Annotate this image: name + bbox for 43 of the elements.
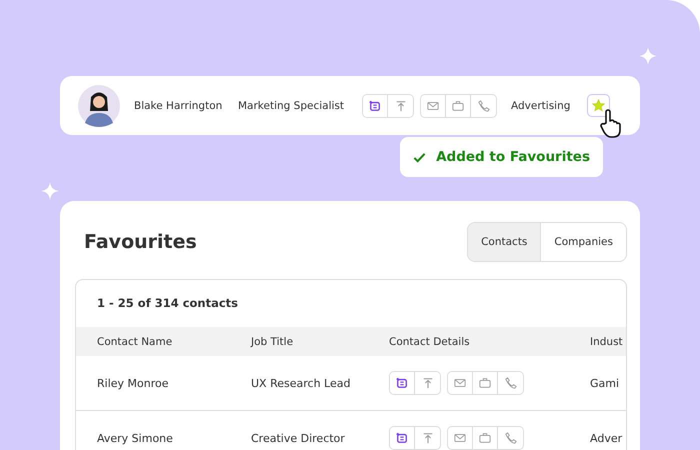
phone-icon: [504, 377, 516, 389]
upload-icon: [394, 100, 406, 112]
envelope-icon: [454, 377, 466, 389]
sparkle-icon: [639, 47, 657, 65]
briefcase-icon: [452, 100, 464, 112]
table-cell-text: Adver: [590, 432, 624, 444]
toast-message: Added to Favourites: [436, 149, 590, 165]
job-title: Marketing Specialist: [238, 100, 346, 112]
column-header: Contact Details: [389, 336, 471, 348]
table-cell-text: Creative Director: [251, 432, 346, 444]
envelope-icon: [427, 100, 439, 112]
panel-title: Favourites: [83, 231, 197, 253]
contact-name: Blake Harrington: [134, 100, 224, 112]
column-header: Indust: [590, 336, 624, 348]
table-cell-text: Avery Simone: [97, 432, 174, 444]
result-count: 1 - 25 of 314 contacts: [96, 295, 240, 312]
column-header: Contact Name: [97, 336, 174, 348]
notes-icon: [369, 100, 381, 112]
notes-icon: [396, 377, 408, 389]
table-cell-text: Riley Monroe: [97, 376, 170, 390]
column-header: Job Title: [251, 336, 294, 348]
email-button[interactable]: [421, 94, 446, 116]
email-button[interactable]: [448, 427, 473, 449]
envelope-icon: [454, 432, 466, 444]
table-cell-text: Gami: [590, 376, 620, 390]
upload-icon: [422, 432, 434, 444]
notes-button[interactable]: [390, 427, 415, 449]
upload-icon: [422, 377, 434, 389]
favourite-button[interactable]: [587, 94, 610, 117]
notes-icon: [396, 432, 408, 444]
checkmark-icon: [413, 150, 426, 164]
notes-button[interactable]: [363, 94, 388, 116]
table-cell-text: UX Research Lead: [251, 376, 352, 390]
notes-button[interactable]: [390, 372, 415, 394]
phone-icon: [504, 432, 516, 444]
briefcase-icon: [479, 432, 491, 444]
phone-icon: [478, 100, 490, 112]
tab[interactable]: Contacts: [468, 223, 542, 261]
email-button[interactable]: [448, 372, 473, 394]
industry-label: Advertising: [511, 100, 572, 112]
sparkle-icon: [41, 182, 59, 200]
avatar-silhouette: [78, 84, 120, 126]
briefcase-icon: [479, 377, 491, 389]
